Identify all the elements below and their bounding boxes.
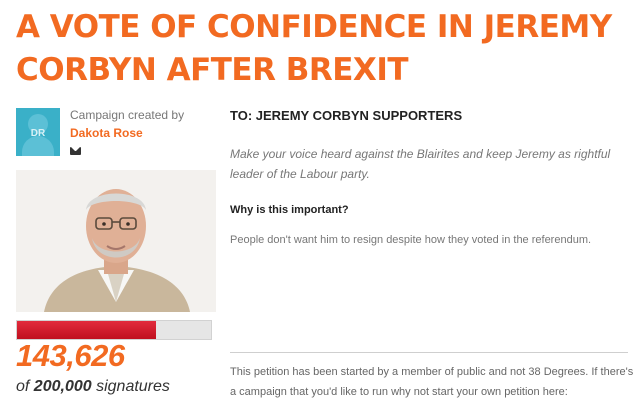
petition-disclaimer: This petition has been started by a memb… <box>230 366 634 398</box>
campaign-photo <box>16 170 216 312</box>
petition-reason: People don't want him to resign despite … <box>230 234 592 246</box>
signature-goal: of 200,000 signatures <box>16 378 170 396</box>
avatar[interactable]: DR <box>16 108 60 156</box>
section-divider <box>230 352 628 353</box>
goal-number: 200,000 <box>33 378 92 395</box>
goal-prefix: of <box>16 378 34 395</box>
petition-intro: Make your voice heard against the Blairi… <box>230 147 611 181</box>
avatar-initials: DR <box>30 127 46 139</box>
mail-icon[interactable] <box>70 147 81 155</box>
creator-block: DR Campaign created by Dakota Rose <box>16 108 216 160</box>
why-important-heading: Why is this important? <box>230 204 349 216</box>
signature-progress-fill <box>17 321 157 339</box>
creator-name-link[interactable]: Dakota Rose <box>70 126 143 140</box>
page-title: A VOTE OF CONFIDENCE IN JEREMY CORBYN AF… <box>16 9 612 88</box>
petition-target: TO: JEREMY CORBYN SUPPORTERS <box>230 108 463 123</box>
portrait-illustration <box>16 170 216 312</box>
avatar-body-shape <box>22 136 54 156</box>
signature-count: 143,626 <box>16 338 125 373</box>
goal-suffix: signatures <box>91 378 170 395</box>
signature-progress-bar <box>16 320 212 340</box>
created-by-label: Campaign created by <box>70 108 185 122</box>
